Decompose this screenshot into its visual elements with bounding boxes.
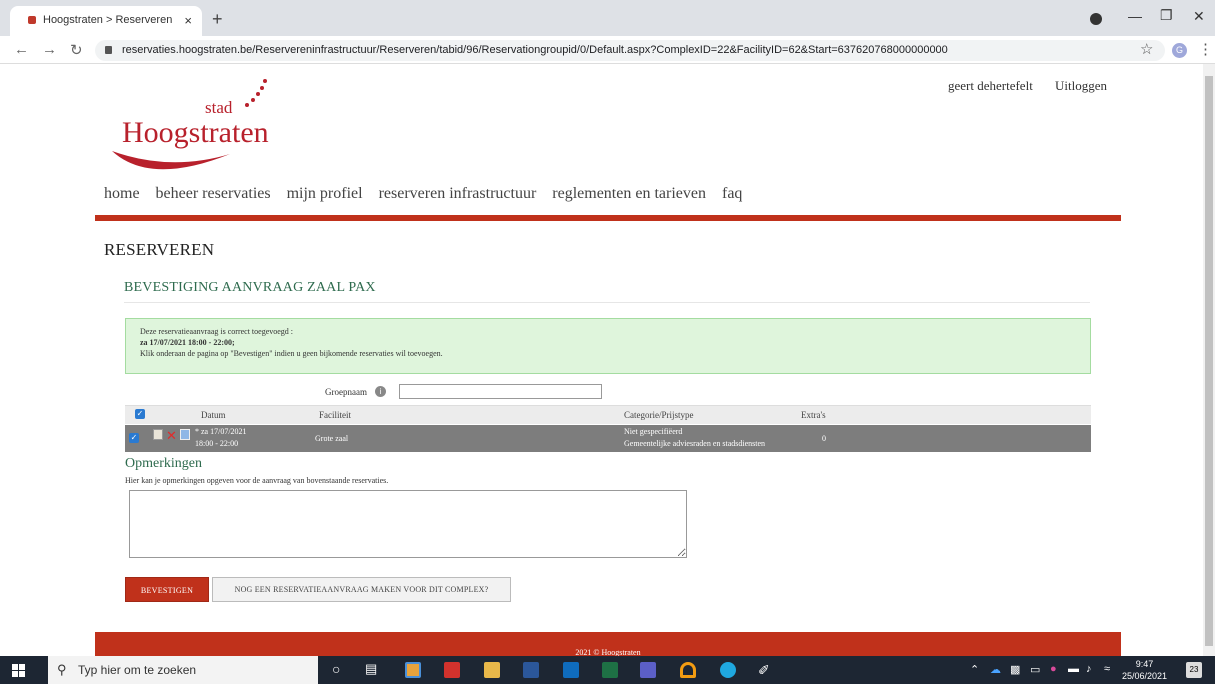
onedrive-icon[interactable]: ☁ bbox=[990, 663, 1001, 676]
column-header-datum: Datum bbox=[201, 410, 226, 420]
page-title: RESERVEREN bbox=[104, 240, 215, 259]
delete-icon[interactable]: ✕ bbox=[166, 429, 177, 444]
chrome-icon[interactable] bbox=[405, 662, 421, 678]
profile-avatar[interactable]: G bbox=[1172, 43, 1187, 58]
kebab-menu-icon[interactable]: ⋮ bbox=[1198, 40, 1213, 58]
logo-name-text: Hoogstraten bbox=[122, 116, 269, 149]
nav-item-faq[interactable]: faq bbox=[722, 185, 742, 202]
star-icon[interactable]: ☆ bbox=[1140, 40, 1153, 59]
back-arrow-icon[interactable]: ← bbox=[14, 41, 29, 58]
cortana-icon[interactable]: ○ bbox=[332, 661, 340, 677]
page-content: stad Hoogstraten geert dehertefelt Uitlo… bbox=[0, 64, 1203, 656]
windows-start-icon[interactable] bbox=[12, 664, 25, 677]
alert-line-datetime: za 17/07/2021 18:00 - 22:00; bbox=[140, 338, 235, 347]
volume-icon[interactable]: ♪ bbox=[1086, 663, 1092, 675]
tray-colorful-icon[interactable]: ● bbox=[1050, 663, 1057, 675]
task-view-icon[interactable]: ▤ bbox=[365, 661, 377, 677]
acrobat-icon[interactable] bbox=[444, 662, 460, 678]
restore-icon[interactable]: ❐ bbox=[1160, 7, 1173, 24]
row-checkbox[interactable]: ✓ bbox=[129, 433, 139, 443]
edit-icon[interactable] bbox=[153, 429, 163, 440]
forward-arrow-icon[interactable]: → bbox=[42, 41, 57, 58]
tray-app-icon[interactable]: ▩ bbox=[1010, 663, 1020, 676]
info-icon[interactable]: i bbox=[375, 386, 386, 397]
section-divider bbox=[124, 302, 1090, 303]
main-navigation: home beheer reservaties mijn profiel res… bbox=[104, 185, 754, 203]
copy-icon[interactable] bbox=[180, 429, 190, 440]
outlook-icon[interactable] bbox=[563, 662, 579, 678]
nav-item-beheer-reservaties[interactable]: beheer reservaties bbox=[156, 185, 271, 202]
column-header-categorie: Categorie/Prijstype bbox=[624, 410, 694, 420]
browser-tab-strip: Hoogstraten > Reserveren infras × + — ❐ … bbox=[0, 0, 1215, 36]
close-tab-icon[interactable]: × bbox=[184, 13, 192, 28]
vertical-scrollbar[interactable] bbox=[1203, 64, 1215, 656]
alert-line-added: Deze reservatieaanvraag is correct toege… bbox=[140, 327, 294, 336]
clock-time: 9:47 bbox=[1135, 659, 1154, 669]
nav-item-reglementen-en-tarieven[interactable]: reglementen en tarieven bbox=[552, 185, 706, 202]
minimize-icon[interactable]: — bbox=[1128, 8, 1142, 24]
teams-icon[interactable] bbox=[640, 662, 656, 678]
nav-item-home[interactable]: home bbox=[104, 185, 140, 202]
reload-icon[interactable]: ↻ bbox=[70, 41, 83, 59]
word-icon[interactable] bbox=[523, 662, 539, 678]
paint-icon[interactable]: ✐ bbox=[758, 662, 774, 678]
edge-icon[interactable] bbox=[720, 662, 736, 678]
row-facility: Grote zaal bbox=[315, 434, 349, 443]
nav-item-mijn-profiel[interactable]: mijn profiel bbox=[287, 185, 363, 202]
reservations-table-header: ✓ Datum Faciliteit Categorie/Prijstype E… bbox=[125, 405, 1091, 424]
close-window-icon[interactable]: ✕ bbox=[1193, 8, 1205, 25]
url-field[interactable]: reservaties.hoogstraten.be/Reservereninf… bbox=[95, 40, 1165, 61]
taskbar-search-placeholder: Typ hier om te zoeken bbox=[78, 663, 197, 677]
row-extras: 0 bbox=[822, 434, 826, 443]
tray-chevron-icon[interactable]: ⌃ bbox=[970, 663, 979, 676]
battery-icon[interactable]: ▬ bbox=[1068, 663, 1079, 675]
app-icon[interactable] bbox=[680, 662, 696, 678]
file-explorer-icon[interactable] bbox=[484, 662, 500, 678]
group-name-input[interactable] bbox=[399, 384, 602, 399]
add-another-reservation-button[interactable]: NOG EEN RESERVATIEAANVRAAG MAKEN VOOR DI… bbox=[212, 577, 511, 602]
alert-line-instruction: Klik onderaan de pagina op "Bevestigen" … bbox=[140, 349, 443, 358]
section-title: BEVESTIGING AANVRAAG ZAAL PAX bbox=[124, 280, 376, 295]
logo-stad-text: stad bbox=[205, 98, 233, 117]
group-name-label: Groepnaam bbox=[325, 387, 367, 397]
nav-divider bbox=[95, 215, 1121, 221]
row-price-type: Gemeentelijke adviesraden en stadsdienst… bbox=[624, 439, 766, 448]
new-tab-button[interactable]: + bbox=[212, 9, 223, 30]
taskbar-clock[interactable]: 9:47 25/06/2021 bbox=[1122, 658, 1167, 682]
windows-taskbar: ⚲ Typ hier om te zoeken ○ ▤ ✐ ⌃ ☁ ▩ ▭ ● … bbox=[0, 656, 1215, 684]
table-row: ✓ ✕ * za 17/07/2021 18:00 - 22:00 Grote … bbox=[125, 425, 1091, 452]
search-icon: ⚲ bbox=[57, 662, 67, 677]
logout-link[interactable]: Uitloggen bbox=[1055, 78, 1107, 94]
site-favicon-icon bbox=[28, 16, 36, 24]
column-header-extras: Extra's bbox=[801, 410, 826, 420]
nav-item-reserveren-infrastructuur[interactable]: reserveren infrastructuur bbox=[379, 185, 537, 202]
remarks-help-text: Hier kan je opmerkingen opgeven voor de … bbox=[125, 476, 389, 485]
url-text: reservaties.hoogstraten.be/Reservereninf… bbox=[122, 44, 948, 56]
network-icon[interactable]: ▭ bbox=[1030, 663, 1040, 676]
user-name-link[interactable]: geert dehertefelt bbox=[948, 78, 1033, 94]
remarks-textarea[interactable] bbox=[129, 490, 687, 558]
column-header-faciliteit: Faciliteit bbox=[319, 410, 351, 420]
scrollbar-thumb[interactable] bbox=[1205, 76, 1213, 646]
footer-copyright: 2021 © Hoogstraten bbox=[575, 648, 641, 656]
excel-icon[interactable] bbox=[602, 662, 618, 678]
success-alert: Deze reservatieaanvraag is correct toege… bbox=[125, 318, 1091, 374]
extension-icon[interactable] bbox=[1090, 13, 1102, 25]
notifications-icon[interactable]: 23 bbox=[1186, 662, 1202, 678]
page-footer: 2021 © Hoogstraten bbox=[95, 632, 1121, 656]
hoogstraten-logo[interactable]: stad Hoogstraten bbox=[110, 76, 300, 176]
remarks-title: Opmerkingen bbox=[125, 456, 202, 471]
lock-icon bbox=[105, 46, 112, 54]
language-icon[interactable]: ≈ bbox=[1104, 663, 1110, 675]
row-category: Niet gespecifiëerd bbox=[624, 427, 683, 436]
confirm-button[interactable]: BEVESTIGEN bbox=[125, 577, 209, 602]
browser-tab-title: Hoogstraten > Reserveren infras bbox=[43, 14, 173, 26]
browser-tab[interactable]: Hoogstraten > Reserveren infras × bbox=[10, 6, 202, 36]
select-all-checkbox[interactable]: ✓ bbox=[135, 409, 145, 419]
address-bar-row: ← → ↻ reservaties.hoogstraten.be/Reserve… bbox=[0, 36, 1215, 64]
taskbar-search-box[interactable]: ⚲ Typ hier om te zoeken bbox=[48, 656, 318, 684]
row-date: * za 17/07/2021 bbox=[195, 427, 247, 436]
row-time: 18:00 - 22:00 bbox=[195, 439, 239, 448]
clock-date: 25/06/2021 bbox=[1122, 671, 1168, 681]
